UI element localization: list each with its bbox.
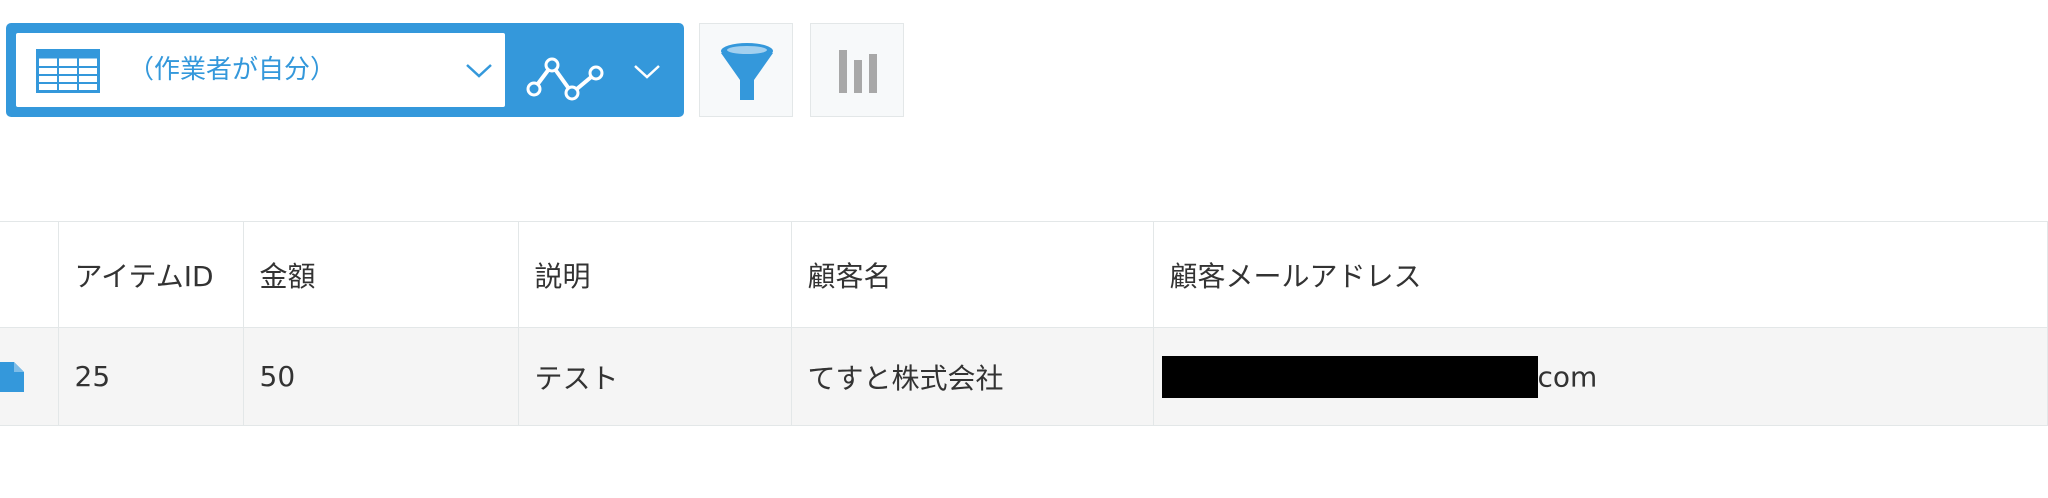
chevron-down-icon <box>634 65 660 79</box>
column-header-customer-name[interactable]: 顧客名 <box>790 221 1154 328</box>
graph-button[interactable] <box>810 23 904 117</box>
table-header-row: アイテムID 金額 説明 顧客名 顧客メールアドレス <box>0 221 2048 328</box>
row-detail-cell[interactable] <box>0 327 59 426</box>
cell-customer-name: てすと株式会社 <box>790 327 1154 426</box>
bar-chart-icon <box>839 50 877 93</box>
email-suffix: com <box>1537 360 1598 393</box>
view-name: （作業者が自分） <box>128 55 337 85</box>
cell-customer-email: com <box>1152 327 2048 426</box>
filter-button[interactable] <box>699 23 793 117</box>
filter-funnel-icon <box>721 43 773 100</box>
view-switcher: （作業者が自分） <box>6 23 684 117</box>
view-select-dropdown[interactable]: （作業者が自分） <box>16 33 505 107</box>
record-table: アイテムID 金額 説明 顧客名 顧客メールアドレス 25 50 テスト てすと… <box>0 221 2048 426</box>
column-header-description[interactable]: 説明 <box>517 221 792 328</box>
cell-description: テスト <box>517 327 792 426</box>
chevron-down-icon <box>466 64 492 78</box>
column-header-customer-email[interactable]: 顧客メールアドレス <box>1152 221 2048 328</box>
redacted-block <box>1161 355 1538 398</box>
cell-amount: 50 <box>242 327 519 426</box>
line-graph-icon <box>526 57 604 101</box>
table-row[interactable]: 25 50 テスト てすと株式会社 com <box>0 327 2048 426</box>
document-icon[interactable] <box>0 361 24 392</box>
table-icon <box>36 49 100 93</box>
column-header-icon <box>0 221 59 328</box>
cell-item-id: 25 <box>57 327 244 426</box>
column-header-amount[interactable]: 金額 <box>242 221 519 328</box>
column-header-item-id[interactable]: アイテムID <box>57 221 244 328</box>
graph-type-dropdown[interactable] <box>514 33 682 107</box>
